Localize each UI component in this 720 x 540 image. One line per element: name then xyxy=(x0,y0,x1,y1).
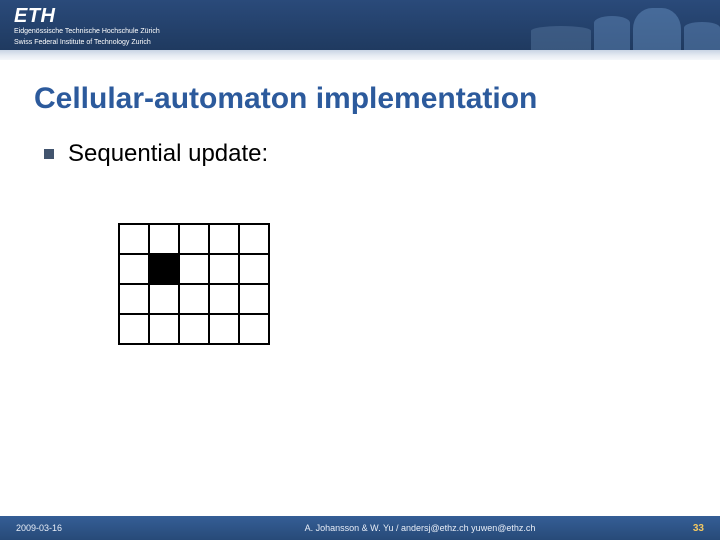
ca-cell xyxy=(149,284,179,314)
footer-bar: 2009-03-16 A. Johansson & W. Yu / anders… xyxy=(0,516,720,540)
ca-cell xyxy=(209,284,239,314)
slide-content: Sequential update: xyxy=(0,116,720,345)
header-banner: ETH Eidgenössische Technische Hochschule… xyxy=(0,0,720,50)
ca-cell xyxy=(119,284,149,314)
ca-cell xyxy=(179,254,209,284)
ca-cell xyxy=(119,254,149,284)
slide-title: Cellular-automaton implementation xyxy=(0,60,720,116)
ca-cell xyxy=(179,224,209,254)
eth-subline-2: Swiss Federal Institute of Technology Zu… xyxy=(14,39,160,48)
ca-cell xyxy=(149,314,179,344)
eth-logo-block: ETH Eidgenössische Technische Hochschule… xyxy=(14,6,160,48)
footer-date: 2009-03-16 xyxy=(16,523,196,533)
slide: ETH Eidgenössische Technische Hochschule… xyxy=(0,0,720,540)
eth-subline-1: Eidgenössische Technische Hochschule Zür… xyxy=(14,28,160,37)
banner-strip xyxy=(0,50,720,60)
ca-grid-wrap xyxy=(44,168,720,345)
footer-page-number: 33 xyxy=(644,523,704,534)
bullet-item: Sequential update: xyxy=(44,140,720,168)
bullet-text: Sequential update: xyxy=(68,140,268,168)
ca-cell xyxy=(179,314,209,344)
ca-cell xyxy=(239,224,269,254)
ca-cell xyxy=(149,254,179,284)
eth-logo-text: ETH xyxy=(14,6,160,26)
ca-grid xyxy=(118,223,270,345)
ca-cell xyxy=(209,224,239,254)
ca-cell xyxy=(239,314,269,344)
ca-cell xyxy=(239,254,269,284)
ca-cell xyxy=(179,284,209,314)
ca-cell xyxy=(209,314,239,344)
banner-photo xyxy=(420,0,720,50)
ca-cell xyxy=(119,314,149,344)
footer-authors: A. Johansson & W. Yu / andersj@ethz.ch y… xyxy=(196,523,644,533)
ca-cell xyxy=(209,254,239,284)
bullet-square-icon xyxy=(44,149,54,159)
ca-cell xyxy=(239,284,269,314)
ca-cell xyxy=(119,224,149,254)
ca-cell xyxy=(149,224,179,254)
